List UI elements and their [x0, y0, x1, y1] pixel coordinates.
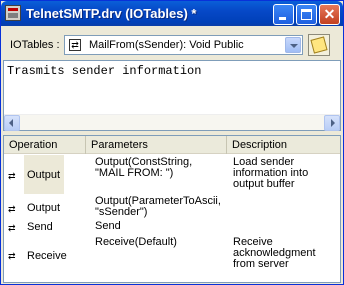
iotables-label: IOTables : — [10, 39, 60, 51]
iotables-selected-value: MailFrom(sSender): Void Public — [89, 39, 244, 51]
close-icon: ✕ — [323, 6, 336, 22]
maximize-button[interactable] — [296, 4, 317, 25]
close-button[interactable]: ✕ — [319, 4, 340, 25]
description-cell: Load sender information into output buff… — [233, 156, 309, 190]
method-icon: ⇄ — [69, 39, 81, 51]
table-row[interactable]: ⇄ Receive Receive(Default) Receive ackno… — [4, 236, 340, 276]
iotables-window: TelnetSMTP.drv (IOTables) * ✕ IOTables :… — [0, 0, 344, 285]
operation-cell: Output — [24, 155, 64, 194]
window-title: TelnetSMTP.drv (IOTables) * — [26, 6, 197, 21]
description-text: Trasmits sender information — [7, 64, 202, 78]
table-row[interactable]: ⇄ Output Output(ConstString, "MAIL FROM:… — [4, 155, 340, 194]
notes-icon — [310, 36, 328, 54]
driver-icon[interactable] — [5, 5, 21, 21]
operation-cell: Send — [27, 221, 53, 233]
operation-cell: Receive — [27, 250, 67, 262]
horizontal-scrollbar[interactable] — [4, 114, 340, 131]
table-row[interactable]: ⇄ Output Output(ParameterToAscii, "sSend… — [4, 195, 340, 219]
operation-cell: Output — [27, 202, 61, 214]
column-header-operation[interactable]: Operation — [4, 136, 86, 154]
table-header: Operation Parameters Description — [4, 136, 340, 154]
operations-table: Operation Parameters Description ⇄ Outpu… — [3, 135, 341, 283]
parameters-cell: Output(ConstString, "MAIL FROM: ") — [95, 156, 193, 179]
description-cell: Receive acknowledgment from server — [233, 236, 316, 270]
iotables-dropdown[interactable]: ⇄ MailFrom(sSender): Void Public — [64, 35, 303, 55]
parameters-cell: Send — [95, 220, 121, 232]
description-textarea[interactable]: Trasmits sender information — [3, 60, 341, 131]
chevron-down-icon[interactable] — [285, 37, 301, 53]
title-bar[interactable]: TelnetSMTP.drv (IOTables) * ✕ — [1, 1, 343, 26]
row-arrow-icon: ⇄ — [8, 223, 16, 233]
scroll-right-icon[interactable] — [324, 115, 340, 131]
minimize-button[interactable] — [273, 4, 294, 25]
scroll-left-icon[interactable] — [4, 115, 20, 131]
notes-button[interactable] — [308, 34, 330, 56]
maximize-icon — [301, 9, 312, 20]
table-row[interactable]: ⇄ Send Send — [4, 220, 340, 236]
row-arrow-icon: ⇄ — [8, 204, 16, 214]
column-header-description[interactable]: Description — [227, 136, 340, 154]
row-arrow-icon: ⇄ — [8, 171, 16, 181]
parameters-cell: Receive(Default) — [95, 236, 177, 248]
parameters-cell: Output(ParameterToAscii, "sSender") — [95, 195, 221, 218]
column-header-parameters[interactable]: Parameters — [86, 136, 227, 154]
minimize-icon — [279, 17, 286, 20]
row-arrow-icon: ⇄ — [8, 251, 16, 261]
